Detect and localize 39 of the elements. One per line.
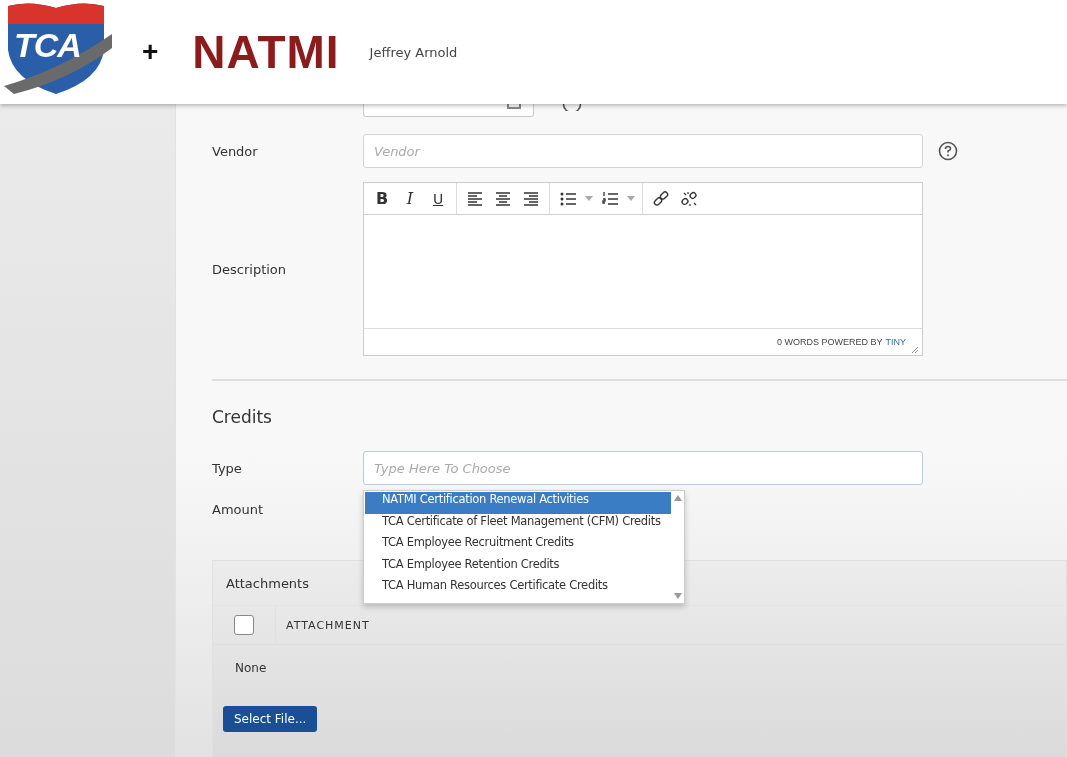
empty-message: None <box>235 661 267 675</box>
bullet-list-icon <box>560 190 576 207</box>
underline-button[interactable]: U <box>424 184 452 213</box>
dropdown-option[interactable]: TCA Certificate of Fleet Management (CFM) Credits <box>365 513 671 536</box>
select-file-button[interactable]: Select File... <box>223 706 318 732</box>
unlink-icon <box>681 190 697 207</box>
panel-title: Attachments <box>226 575 309 591</box>
date-field[interactable] <box>363 104 534 117</box>
scroll-down-icon <box>673 593 682 599</box>
italic-button[interactable]: I <box>396 184 424 213</box>
field-label: Vendor <box>212 143 259 159</box>
link-icon <box>653 190 669 207</box>
section-title: Credits <box>212 407 273 427</box>
bold-button[interactable]: B <box>368 184 396 213</box>
dropdown-option[interactable]: NATMI Certification Renewal Activities <box>365 492 671 514</box>
select-all-checkbox[interactable] <box>234 615 254 635</box>
scroll-up-icon <box>673 495 682 501</box>
dropdown-option[interactable]: TCA Employee Recruitment Credits <box>365 535 671 557</box>
resize-grip-icon <box>912 347 918 353</box>
field-label: Description <box>212 261 288 277</box>
plus-sign: + <box>142 36 159 68</box>
caret-icon <box>627 196 635 201</box>
user-name: Jeffrey Arnold <box>369 44 458 60</box>
vendor-field[interactable]: Vendor <box>363 134 923 168</box>
align-left-icon <box>467 190 483 207</box>
align-center-icon <box>495 190 511 207</box>
rich-text-editor[interactable]: B I U 0 WORDS POWERED BY TINY <box>363 182 923 356</box>
brand-logo: NATMI <box>192 25 340 79</box>
type-field[interactable]: Type Here To Choose <box>363 451 923 485</box>
column-header: ATTACHMENT <box>286 618 370 632</box>
dropdown-option[interactable]: TCA Employee Retention Credits <box>365 556 671 579</box>
align-right-icon <box>523 190 539 207</box>
field-label: Type <box>212 460 243 476</box>
field-label: Amount <box>212 502 265 517</box>
dropdown-option[interactable]: TCA Human Resources Certificate Credits <box>365 578 671 600</box>
brand-link[interactable]: TINY <box>885 337 906 347</box>
caret-icon <box>585 196 593 201</box>
word-count: 0 WORDS POWERED BY <box>776 337 883 347</box>
numbered-list-icon <box>602 190 618 207</box>
